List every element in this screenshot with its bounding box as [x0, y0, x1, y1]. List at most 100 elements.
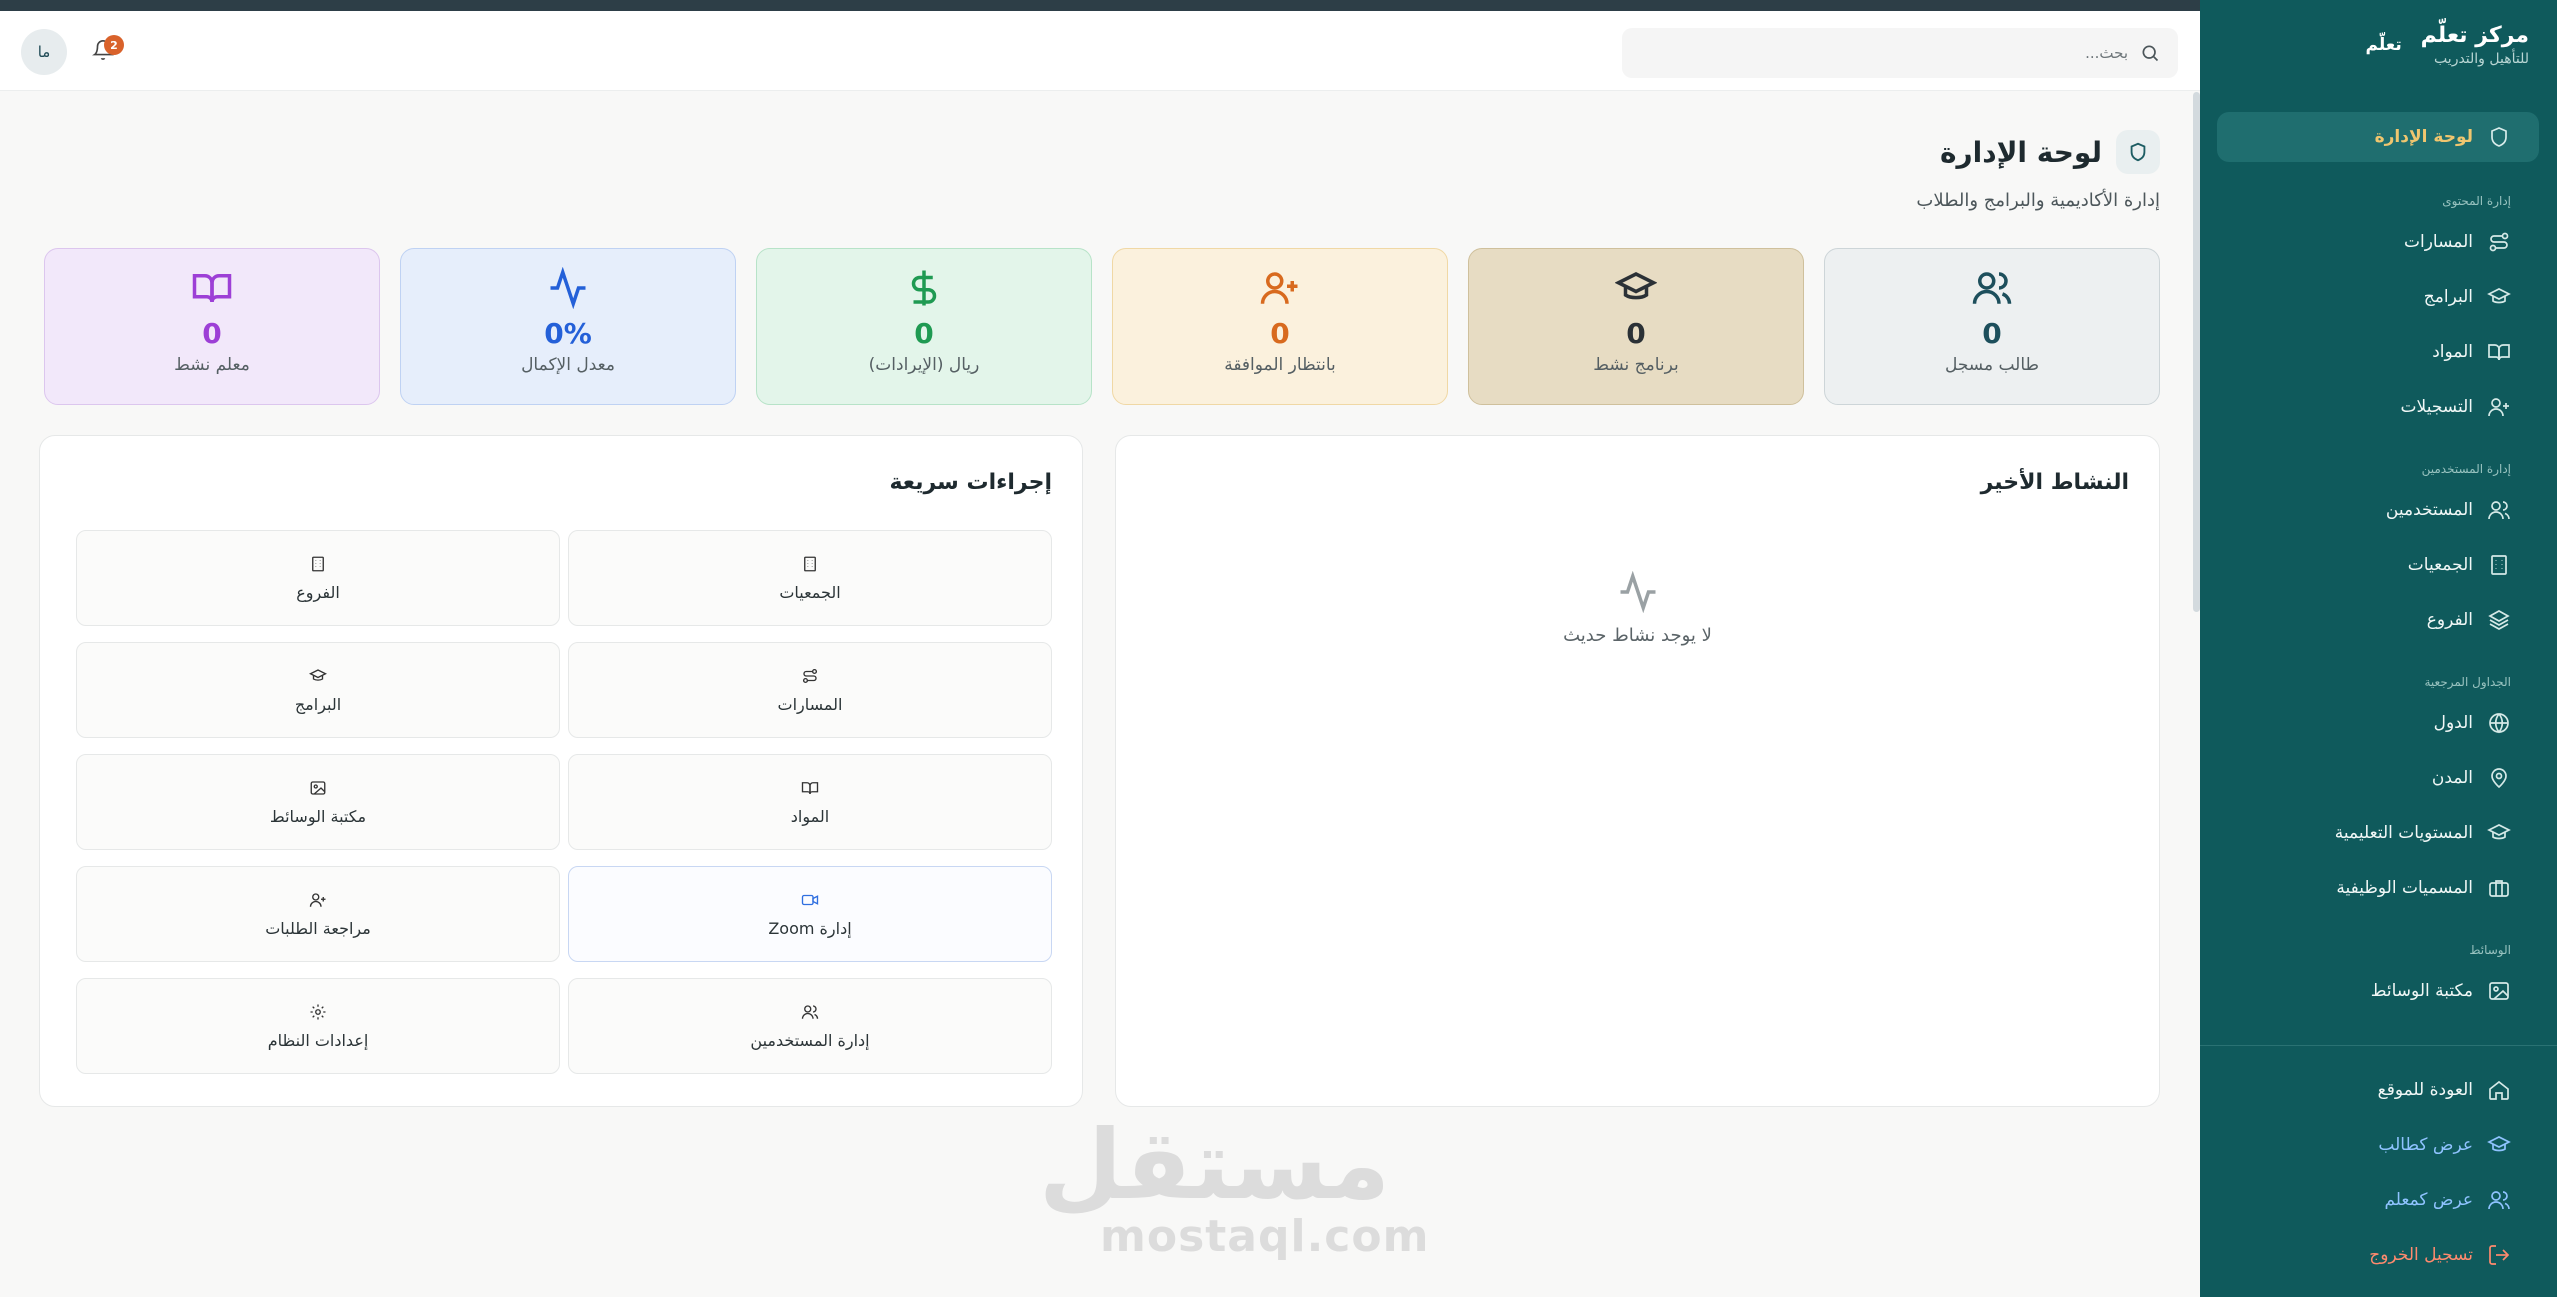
graduation-cap-icon	[309, 667, 327, 685]
sidebar-item-label: الدول	[2433, 712, 2473, 733]
activity-icon	[547, 267, 589, 309]
sidebar-footer: العودة للموقع عرض كطالب عرض كمعلم تسجيل …	[2200, 1045, 2557, 1297]
stat-card-completion: 0% معدل الإكمال	[400, 248, 736, 405]
image-icon	[2487, 979, 2511, 1003]
quick-action-label: مراجعة الطلبات	[265, 918, 371, 938]
logout-button[interactable]: تسجيل الخروج	[2218, 1227, 2539, 1282]
watermark-latin: mostaql.com	[1100, 1211, 1430, 1262]
page-subtitle: إدارة الأكاديمية والبرامج والطلاب	[1916, 190, 2160, 211]
quick-action-user-management[interactable]: إدارة المستخدمين	[568, 978, 1052, 1074]
sidebar-item-label: المسميات الوظيفية	[2336, 877, 2473, 898]
search-input[interactable]	[1648, 44, 2128, 62]
quick-actions-panel: إجراءات سريعة الجمعيات الفروع المسارات ا…	[39, 435, 1083, 1107]
sidebar-item-job-titles[interactable]: المسميات الوظيفية	[2217, 860, 2539, 915]
view-as-student-link[interactable]: عرض كطالب	[2218, 1117, 2539, 1172]
quick-action-system-settings[interactable]: إعدادات النظام	[76, 978, 560, 1074]
search-box[interactable]	[1622, 28, 2178, 78]
shield-icon	[2116, 130, 2160, 174]
book-open-icon	[191, 267, 233, 309]
panel-title: إجراءات سريعة	[889, 470, 1052, 495]
sidebar-item-programs[interactable]: البرامج	[2217, 269, 2539, 324]
back-to-site-link[interactable]: العودة للموقع	[2218, 1062, 2539, 1117]
quick-actions-grid: الجمعيات الفروع المسارات البرامج المواد …	[68, 530, 1052, 1074]
user-plus-icon	[309, 891, 327, 909]
building-icon	[801, 555, 819, 573]
video-icon	[801, 891, 819, 909]
sidebar-item-dashboard[interactable]: لوحة الإدارة	[2217, 112, 2539, 162]
brand[interactable]: مركز تعلّم للتأهيل والتدريب تعلّم	[2361, 22, 2529, 68]
stat-value: 0	[1270, 317, 1290, 350]
dollar-icon	[903, 267, 945, 309]
sidebar-item-label: عرض كمعلم	[2384, 1189, 2473, 1210]
quick-action-label: المواد	[790, 806, 830, 826]
page-title: لوحة الإدارة	[1939, 135, 2102, 169]
stat-card-programs: 0 برنامج نشط	[1468, 248, 1804, 405]
quick-action-associations[interactable]: الجمعيات	[568, 530, 1052, 626]
nav-group-users: إدارة المستخدمين	[2421, 462, 2511, 476]
notification-badge: 2	[104, 35, 124, 55]
sidebar-item-media-library[interactable]: مكتبة الوسائط	[2217, 963, 2539, 1018]
home-icon	[2487, 1078, 2511, 1102]
stat-label: ريال (الإيرادات)	[868, 355, 980, 375]
quick-action-label: المسارات	[777, 694, 843, 714]
quick-action-materials[interactable]: المواد	[568, 754, 1052, 850]
graduation-cap-icon	[2487, 285, 2511, 309]
sidebar-item-materials[interactable]: المواد	[2217, 324, 2539, 379]
quick-action-tracks[interactable]: المسارات	[568, 642, 1052, 738]
quick-action-label: إدارة Zoom	[768, 918, 852, 938]
sidebar: مركز تعلّم للتأهيل والتدريب تعلّم لوحة ا…	[2200, 0, 2557, 1297]
sidebar-item-cities[interactable]: المدن	[2217, 750, 2539, 805]
sidebar-item-label: عرض كطالب	[2378, 1134, 2473, 1155]
quick-action-review-requests[interactable]: مراجعة الطلبات	[76, 866, 560, 962]
notifications-button[interactable]: 2	[86, 35, 124, 67]
quick-action-branches[interactable]: الفروع	[76, 530, 560, 626]
brand-name: مركز تعلّم	[2420, 23, 2529, 48]
globe-icon	[2487, 711, 2511, 735]
building-icon	[309, 555, 327, 573]
quick-action-label: مكتبة الوسائط	[269, 806, 367, 826]
shield-icon	[2487, 125, 2511, 149]
search-icon	[2140, 43, 2160, 63]
sidebar-item-label: المواد	[2432, 341, 2473, 362]
sidebar-item-label: الفروع	[2426, 609, 2473, 630]
sidebar-item-branches[interactable]: الفروع	[2217, 592, 2539, 647]
route-icon	[2487, 230, 2511, 254]
quick-action-zoom[interactable]: إدارة Zoom	[568, 866, 1052, 962]
book-open-icon	[2487, 340, 2511, 364]
graduation-cap-icon	[2487, 1133, 2511, 1157]
building-icon	[2487, 553, 2511, 577]
view-as-teacher-link[interactable]: عرض كمعلم	[2218, 1172, 2539, 1227]
quick-action-label: إعدادات النظام	[267, 1030, 369, 1050]
sidebar-item-users[interactable]: المستخدمين	[2217, 482, 2539, 537]
panel-title: النشاط الأخير	[1980, 470, 2129, 495]
gear-icon	[309, 1003, 327, 1021]
sidebar-item-education-levels[interactable]: المستويات التعليمية	[2217, 805, 2539, 860]
users-icon	[1971, 267, 2013, 309]
stat-value: 0	[1982, 317, 2002, 350]
brand-subtitle: للتأهيل والتدريب	[2434, 51, 2529, 67]
empty-state: لا يوجد نشاط حديث	[1116, 571, 2159, 646]
watermark-arabic: مستقل	[1038, 1109, 1390, 1221]
sidebar-item-tracks[interactable]: المسارات	[2217, 214, 2539, 269]
sidebar-item-label: المستخدمين	[2385, 499, 2473, 520]
top-header: 2 ما	[0, 11, 2200, 91]
quick-action-media-library[interactable]: مكتبة الوسائط	[76, 754, 560, 850]
stat-value: 0%	[544, 317, 592, 350]
quick-action-programs[interactable]: البرامج	[76, 642, 560, 738]
activity-icon	[1617, 571, 1659, 613]
sidebar-item-countries[interactable]: الدول	[2217, 695, 2539, 750]
stat-label: برنامج نشط	[1593, 355, 1679, 375]
briefcase-icon	[2487, 876, 2511, 900]
sidebar-item-enrollments[interactable]: التسجيلات	[2217, 379, 2539, 434]
main-scrollbar[interactable]	[2193, 92, 2200, 612]
brand-logo: تعلّم	[2365, 35, 2402, 55]
nav-group-content: إدارة المحتوى	[2442, 194, 2511, 208]
stat-card-students: 0 طالب مسجل	[1824, 248, 2160, 405]
sidebar-item-associations[interactable]: الجمعيات	[2217, 537, 2539, 592]
users-icon	[2487, 1188, 2511, 1212]
sidebar-item-label: الجمعيات	[2407, 554, 2473, 575]
avatar[interactable]: ما	[21, 29, 67, 75]
watermark: مستقل mostaql.com	[1038, 1109, 1430, 1262]
stat-label: طالب مسجل	[1944, 355, 2040, 375]
user-plus-icon	[1259, 267, 1301, 309]
